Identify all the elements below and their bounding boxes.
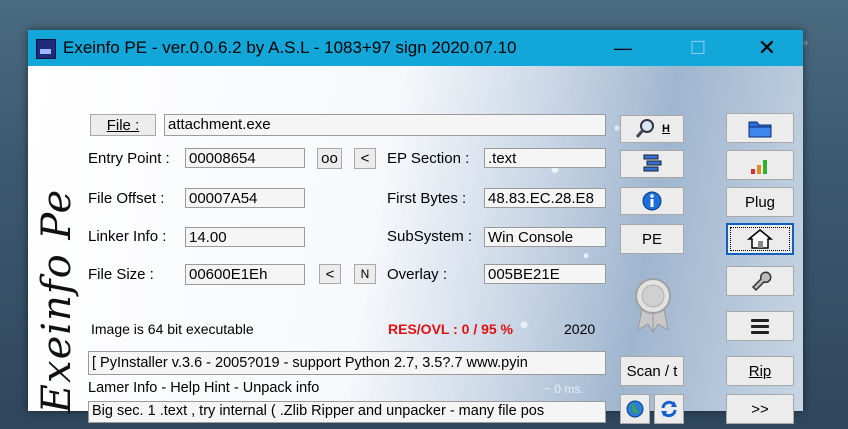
image-bits-text: Image is 64 bit executable xyxy=(91,321,254,337)
section-viewer-button[interactable] xyxy=(620,150,684,178)
subsystem-label: SubSystem : xyxy=(387,228,473,245)
info-button[interactable] xyxy=(620,187,684,215)
file-size-n-button[interactable]: N xyxy=(354,264,376,284)
rip-button[interactable]: Rip xyxy=(726,356,794,386)
close-button[interactable]: ✕ xyxy=(744,30,790,66)
home-button[interactable] xyxy=(726,223,794,255)
entry-point-field[interactable]: 00008654 xyxy=(185,148,305,168)
app-icon xyxy=(36,39,56,59)
first-bytes-label: First Bytes : xyxy=(387,190,467,207)
file-path-field[interactable]: attachment.exe xyxy=(164,114,606,136)
globe-icon xyxy=(626,400,644,418)
pe-button[interactable]: PE xyxy=(620,224,684,254)
res-ovl-text: RES/OVL : 0 / 95 % xyxy=(388,321,514,337)
ep-section-label: EP Section : xyxy=(387,150,470,167)
file-offset-field[interactable]: 00007A54 xyxy=(185,188,305,208)
file-offset-label: File Offset : xyxy=(88,190,165,207)
linker-info-field[interactable]: 14.00 xyxy=(185,227,305,247)
magnifier-icon xyxy=(635,119,655,138)
minimize-button[interactable]: — xyxy=(600,30,646,66)
refresh-icon xyxy=(661,400,677,418)
detection-result-field[interactable]: [ PyInstaller v.3.6 - 2005?019 - support… xyxy=(88,351,606,375)
scan-button[interactable]: Scan / t xyxy=(620,356,684,386)
oo-button[interactable]: oo xyxy=(317,148,342,169)
lamer-info-link[interactable]: Lamer Info - Help Hint - Unpack info xyxy=(88,380,319,396)
maximize-button[interactable]: ☐ xyxy=(675,30,721,66)
ep-section-field[interactable]: .text xyxy=(484,148,606,168)
file-size-less-button[interactable]: < xyxy=(319,264,341,284)
folder-icon xyxy=(748,121,772,138)
file-button[interactable]: File : xyxy=(90,114,156,136)
open-folder-button[interactable] xyxy=(726,113,794,143)
overlay-label: Overlay : xyxy=(387,266,448,283)
entry-point-label: Entry Point : xyxy=(88,150,170,167)
scan-time-text: ~ 0 ms. xyxy=(544,382,584,396)
wrench-icon xyxy=(751,271,772,292)
subsystem-field[interactable]: Win Console xyxy=(484,227,606,247)
tools-button[interactable] xyxy=(726,266,794,296)
seal-icon xyxy=(628,274,678,334)
exeinfo-logo: Exeinfo Pe xyxy=(34,188,80,414)
search-button[interactable]: H xyxy=(620,115,684,143)
title-bar[interactable]: Exeinfo PE - ver.0.0.6.2 by A.S.L - 1083… xyxy=(28,30,803,66)
first-bytes-field[interactable]: 48.83.EC.28.E8 xyxy=(484,188,606,208)
file-size-field[interactable]: 00600E1Eh xyxy=(185,264,305,285)
plugins-button[interactable]: Plug xyxy=(726,187,794,217)
web-button[interactable] xyxy=(620,394,650,424)
file-size-label: File Size : xyxy=(88,266,154,283)
more-button[interactable]: >> xyxy=(726,394,794,424)
hint-field[interactable]: Big sec. 1 .text , try internal ( .Zlib … xyxy=(88,401,606,423)
hamburger-menu-icon xyxy=(751,319,769,334)
stats-button[interactable] xyxy=(726,150,794,180)
refresh-button[interactable] xyxy=(654,394,684,424)
exeinfo-window: Exeinfo PE - ver.0.0.6.2 by A.S.L - 1083… xyxy=(28,30,803,424)
window-title: Exeinfo PE - ver.0.0.6.2 by A.S.L - 1083… xyxy=(63,38,517,57)
home-icon xyxy=(747,229,773,249)
signal-bars-icon xyxy=(751,160,767,174)
overlay-field[interactable]: 005BE21E xyxy=(484,264,606,284)
linker-info-label: Linker Info : xyxy=(88,228,167,245)
client-area: Exeinfo Pe File : attachment.exe Entry P… xyxy=(28,66,803,424)
info-icon xyxy=(642,191,662,211)
menu-button[interactable] xyxy=(726,311,794,341)
year-text: 2020 xyxy=(564,321,596,337)
entry-point-less-button[interactable]: < xyxy=(354,148,376,169)
section-list-icon xyxy=(643,154,662,172)
